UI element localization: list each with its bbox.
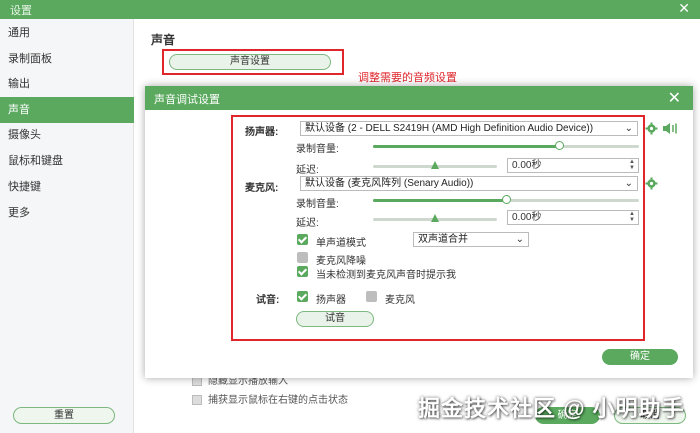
gear-icon[interactable]	[645, 122, 658, 135]
mono-mode-value: 双声道合并	[418, 234, 468, 245]
sidebar-item-general[interactable]: 通用	[0, 20, 134, 46]
prompt-checkbox[interactable]	[297, 266, 308, 277]
page-title: 声音	[151, 33, 176, 47]
sidebar-item-mouse-keyboard[interactable]: 鼠标和键盘	[0, 148, 134, 174]
test-speaker-checkbox[interactable]	[297, 291, 308, 302]
bg-option-row: 捕获显示鼠标在右键的点击状态	[192, 391, 348, 406]
mono-checkbox[interactable]	[297, 234, 308, 245]
annotation-box-main	[231, 115, 645, 341]
test-label: 试音:	[256, 295, 280, 306]
mic-delay-label: 延迟:	[296, 218, 319, 229]
dialog-header: 声音调试设置 ✕	[145, 86, 693, 110]
bg-option-label: 捕获显示鼠标在右键的点击状态	[208, 395, 348, 406]
mic-volume-label: 录制音量:	[296, 199, 339, 210]
test-mic-label: 麦克风	[385, 295, 415, 306]
speaker-device-value: 默认设备 (2 - DELL S2419H (AMD High Definiti…	[305, 123, 594, 134]
sidebar-item-sound[interactable]: 声音	[0, 97, 134, 123]
mic-delay-value: 0.00秒	[512, 212, 542, 223]
sidebar-item-output[interactable]: 输出	[0, 71, 134, 97]
test-speaker-label: 扬声器	[316, 295, 346, 306]
gear-icon[interactable]	[645, 177, 658, 190]
annotation-text: 调整需要的音频设置	[358, 72, 457, 84]
test-mic-checkbox[interactable]	[366, 291, 377, 302]
dialog-title: 声音调试设置	[154, 94, 220, 106]
mono-mode-select[interactable]: 双声道合并 ⌄	[413, 232, 529, 247]
sound-settings-button[interactable]: 声音设置	[169, 54, 331, 70]
prompt-label: 当未检测到麦克风声音时提示我	[316, 270, 456, 281]
window-titlebar: 设置 ✕	[0, 0, 700, 19]
stepper-arrows[interactable]: ▲ ▼	[629, 159, 635, 171]
speaker-volume-fill	[373, 145, 560, 148]
sidebar-item-more[interactable]: 更多	[0, 200, 134, 226]
mic-label: 麦克风:	[245, 183, 279, 194]
speaker-delay-label: 延迟:	[296, 165, 319, 176]
mic-volume-knob[interactable]	[501, 195, 511, 204]
test-button[interactable]: 试音	[296, 311, 374, 327]
sidebar: 通用 录制面板 输出 声音 摄像头 鼠标和键盘 快捷键 更多	[0, 19, 134, 433]
sidebar-item-hotkeys[interactable]: 快捷键	[0, 174, 134, 200]
speaker-label: 扬声器:	[245, 127, 279, 138]
speaker-volume-slider[interactable]	[373, 145, 639, 148]
sidebar-item-camera[interactable]: 摄像头	[0, 122, 134, 148]
window-title: 设置	[10, 5, 32, 17]
speaker-volume-knob[interactable]	[554, 141, 564, 150]
speaker-delay-knob[interactable]	[430, 161, 439, 169]
dialog-ok-button[interactable]: 确定	[602, 349, 678, 365]
sound-debug-dialog: 声音调试设置 ✕ 扬声器: 默认设备 (2 - DELL S2419H (AMD…	[145, 86, 693, 378]
mic-device-value: 默认设备 (麦克风阵列 (Senary Audio))	[305, 178, 474, 189]
mono-label: 单声道模式	[316, 238, 366, 249]
mic-delay-input[interactable]: 0.00秒 ▲ ▼	[507, 210, 639, 225]
close-icon[interactable]: ✕	[668, 88, 681, 108]
noise-reduction-label: 麦克风降噪	[316, 256, 366, 267]
speaker-volume-label: 录制音量:	[296, 144, 339, 155]
stepper-arrows[interactable]: ▲ ▼	[629, 211, 635, 223]
reset-button[interactable]: 重置	[13, 407, 115, 424]
speaker-volume-icon[interactable]	[662, 122, 678, 135]
speaker-delay-input[interactable]: 0.00秒 ▲ ▼	[507, 158, 639, 173]
noise-reduction-checkbox[interactable]	[297, 252, 308, 263]
sidebar-item-record-panel[interactable]: 录制面板	[0, 46, 134, 72]
chevron-down-icon: ⌄	[515, 234, 524, 245]
bg-checkbox[interactable]	[192, 395, 202, 406]
watermark: 掘金技术社区 @ 小明助手	[418, 396, 685, 421]
chevron-down-icon: ⌄	[624, 178, 633, 189]
speaker-device-select[interactable]: 默认设备 (2 - DELL S2419H (AMD High Definiti…	[300, 121, 638, 136]
speaker-delay-value: 0.00秒	[512, 160, 542, 171]
mic-device-select[interactable]: 默认设备 (麦克风阵列 (Senary Audio)) ⌄	[300, 176, 638, 191]
window-close-icon[interactable]: ✕	[678, 0, 690, 17]
mic-delay-knob[interactable]	[430, 214, 439, 222]
mic-volume-fill	[373, 199, 506, 202]
chevron-down-icon: ⌄	[624, 123, 633, 134]
